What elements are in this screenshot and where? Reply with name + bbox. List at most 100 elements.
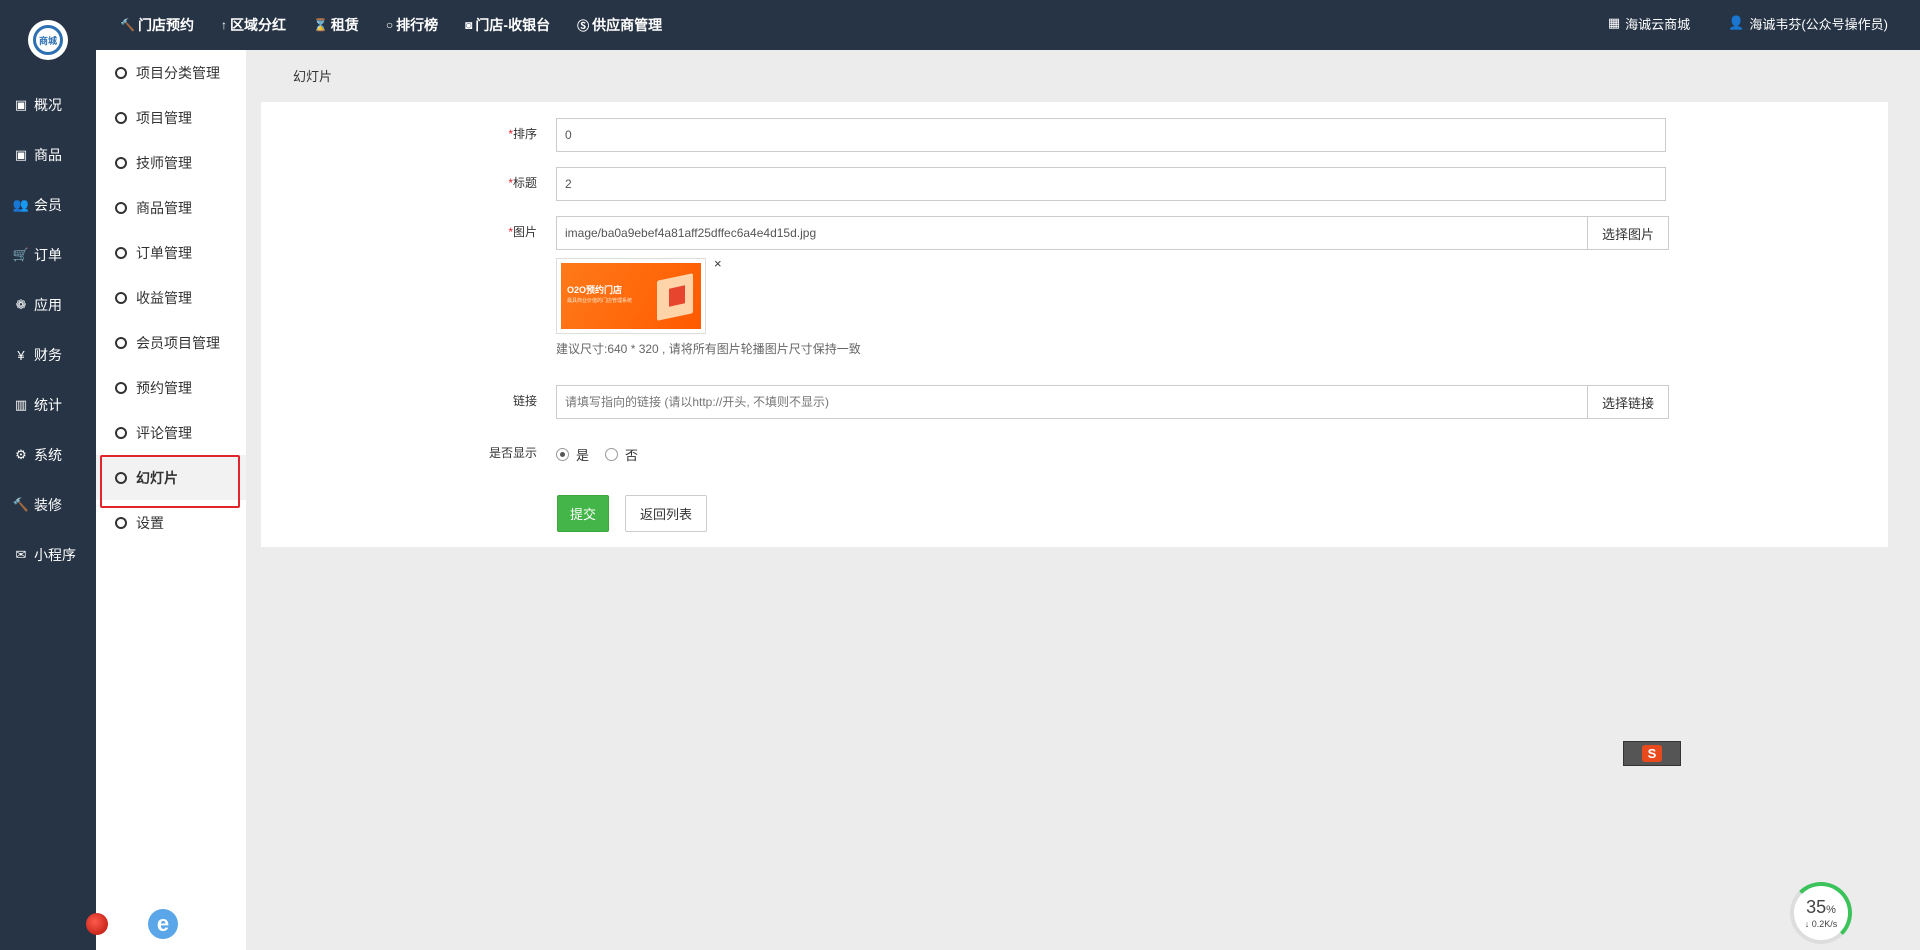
user-name: 海诚韦芬(公众号操作员): [1749, 16, 1888, 32]
top-right-links: ▦ 海诚云商城 👤 海诚韦芬(公众号操作员): [1570, 0, 1888, 46]
sub-nav-item-bookings[interactable]: 预约管理: [96, 365, 246, 410]
user-menu[interactable]: 👤 海诚韦芬(公众号操作员): [1728, 14, 1888, 33]
display-no-option[interactable]: 否: [605, 445, 638, 464]
sort-label-text: 排序: [512, 127, 537, 141]
archive-icon: ▣: [14, 147, 28, 162]
submit-button[interactable]: 提交: [557, 495, 609, 532]
building-door: [669, 285, 685, 307]
top-menu-supplier[interactable]: Ⓢ 供应商管理: [577, 15, 662, 35]
image-path-input[interactable]: [556, 216, 1588, 250]
main-nav-item-miniprogram[interactable]: ✉ 小程序: [0, 530, 96, 580]
circle-icon: [115, 201, 127, 214]
back-to-list-button[interactable]: 返回列表: [625, 495, 707, 532]
main-nav-item-overview[interactable]: ▣ 概况: [0, 80, 96, 130]
sub-nav-item-projects[interactable]: 项目管理: [96, 95, 246, 140]
yen-icon: ¥: [17, 347, 25, 363]
main-nav-item-decorate[interactable]: 🔨 装修: [0, 480, 96, 530]
sub-nav-item-earnings[interactable]: 收益管理: [96, 275, 246, 320]
sub-nav-label: 收益管理: [136, 289, 192, 306]
circle-icon: [115, 66, 127, 79]
circle-icon: [115, 426, 127, 439]
network-percent: 35%: [1806, 898, 1836, 919]
top-menu-label: 供应商管理: [592, 17, 663, 33]
sub-nav-label: 幻灯片: [136, 469, 178, 486]
main-nav-item-orders[interactable]: 🛒 订单: [0, 230, 96, 280]
sub-nav-label: 预约管理: [136, 379, 192, 396]
sub-nav-label: 设置: [136, 514, 164, 531]
display-label: 是否显示: [488, 446, 537, 460]
main-nav-label: 小程序: [34, 547, 76, 563]
circle-icon: ○: [385, 18, 394, 32]
main-nav-item-goods[interactable]: ▣ 商品: [0, 130, 96, 180]
main-nav-item-stats[interactable]: ▥ 统计: [0, 380, 96, 430]
image-label: *图片: [457, 223, 537, 240]
cubes-icon: ❁: [15, 297, 27, 312]
network-speed-widget[interactable]: 35% ↓ 0.2K/s: [1790, 882, 1852, 944]
skype-icon: Ⓢ: [577, 18, 590, 33]
link-input[interactable]: [556, 385, 1588, 419]
main-nav-item-system[interactable]: ⚙ 系统: [0, 430, 96, 480]
scrollbar-top: [1903, 0, 1920, 50]
circle-icon: [115, 156, 127, 169]
image-preview: O2O预约门店 最具商业价值的门店管理系统: [556, 258, 706, 334]
sub-nav-item-member-projects[interactable]: 会员项目管理: [96, 320, 246, 365]
sub-nav-item-settings[interactable]: 设置: [96, 500, 246, 545]
radio-checked-icon[interactable]: [556, 448, 569, 461]
percent-unit: %: [1826, 903, 1836, 916]
ie-browser-icon[interactable]: e: [148, 909, 178, 939]
main-sidebar: 商城 ▣ 概况 ▣ 商品 👥 会员 🛒 订单 ❁ 应用 ¥ 财务 ▥ 统计 ⚙ 系统 🔨 装修 ✉…: [0, 0, 96, 950]
title-label-text: 标题: [512, 176, 537, 190]
top-menu-ranking[interactable]: ○ 排行榜: [386, 15, 438, 35]
page-title: 幻灯片: [293, 69, 333, 84]
main-nav-label: 会员: [34, 197, 62, 213]
user-icon: 👤: [1728, 15, 1745, 30]
wechat-icon: ✉: [15, 547, 27, 562]
brand-logo[interactable]: 商城: [28, 20, 68, 60]
sub-nav-item-category[interactable]: 项目分类管理: [96, 50, 246, 95]
sub-nav-item-reviews[interactable]: 评论管理: [96, 410, 246, 455]
sub-nav-item-goods[interactable]: 商品管理: [96, 185, 246, 230]
thumbnail-title: O2O预约门店: [567, 285, 623, 295]
select-image-button[interactable]: 选择图片: [1587, 216, 1669, 250]
main-nav-label: 财务: [34, 347, 62, 363]
hourglass-icon: ⌛: [312, 18, 328, 32]
slide-form-panel: *排序 *标题 *图片 选择图片 O2O预约门店 最具商业价值的门店管理系统 ×…: [261, 102, 1888, 547]
circle-icon: [115, 336, 127, 349]
shop-link[interactable]: ▦ 海诚云商城: [1608, 14, 1690, 33]
main-nav-label: 统计: [34, 397, 62, 413]
top-menu-store-booking[interactable]: 🔨 门店预约: [120, 15, 194, 35]
hammer-icon: 🔨: [120, 18, 135, 32]
main-nav-label: 系统: [34, 447, 62, 463]
display-yes-option[interactable]: 是: [556, 445, 589, 464]
ime-toolbar[interactable]: S: [1623, 741, 1681, 766]
sub-nav-label: 项目管理: [136, 109, 192, 126]
remove-image-icon[interactable]: ×: [714, 256, 722, 271]
dashboard-icon: ▦: [1607, 15, 1621, 30]
sub-nav-item-orders[interactable]: 订单管理: [96, 230, 246, 275]
sort-input[interactable]: [556, 118, 1666, 152]
sub-nav-label: 评论管理: [136, 424, 192, 441]
percent-value: 35: [1806, 896, 1827, 917]
top-menu-label: 租赁: [330, 17, 359, 33]
sort-label: *排序: [457, 125, 537, 142]
main-nav-label: 订单: [34, 247, 62, 263]
apple-icon[interactable]: [86, 913, 108, 935]
thumbnail-subtitle: 最具商业价值的门店管理系统: [567, 298, 633, 304]
radio-unchecked-icon[interactable]: [605, 448, 619, 461]
title-label: *标题: [457, 174, 537, 191]
image-label-text: 图片: [512, 225, 537, 239]
main-nav-item-finance[interactable]: ¥ 财务: [0, 330, 96, 380]
main-nav-item-apps[interactable]: ❁ 应用: [0, 280, 96, 330]
top-menu-label: 门店-收银台: [475, 17, 551, 33]
main-nav-item-members[interactable]: 👥 会员: [0, 180, 96, 230]
top-menu-regional-dividend[interactable]: ↑ 区域分红: [221, 15, 286, 35]
top-menu-cashier[interactable]: ◙ 门店-收银台: [465, 15, 550, 35]
sub-nav-item-slides[interactable]: 幻灯片: [96, 455, 246, 508]
sub-nav-label: 技师管理: [136, 154, 192, 171]
title-input[interactable]: [556, 167, 1666, 201]
select-link-button[interactable]: 选择链接: [1587, 385, 1669, 419]
circle-icon: [115, 246, 127, 259]
sub-nav-item-technicians[interactable]: 技师管理: [96, 140, 246, 185]
top-menu: 🔨 门店预约 ↑ 区域分红 ⌛ 租赁 ○ 排行榜 ◙ 门店-收银台 Ⓢ 供应商管理: [120, 0, 689, 50]
top-menu-lease[interactable]: ⌛ 租赁: [313, 15, 359, 35]
